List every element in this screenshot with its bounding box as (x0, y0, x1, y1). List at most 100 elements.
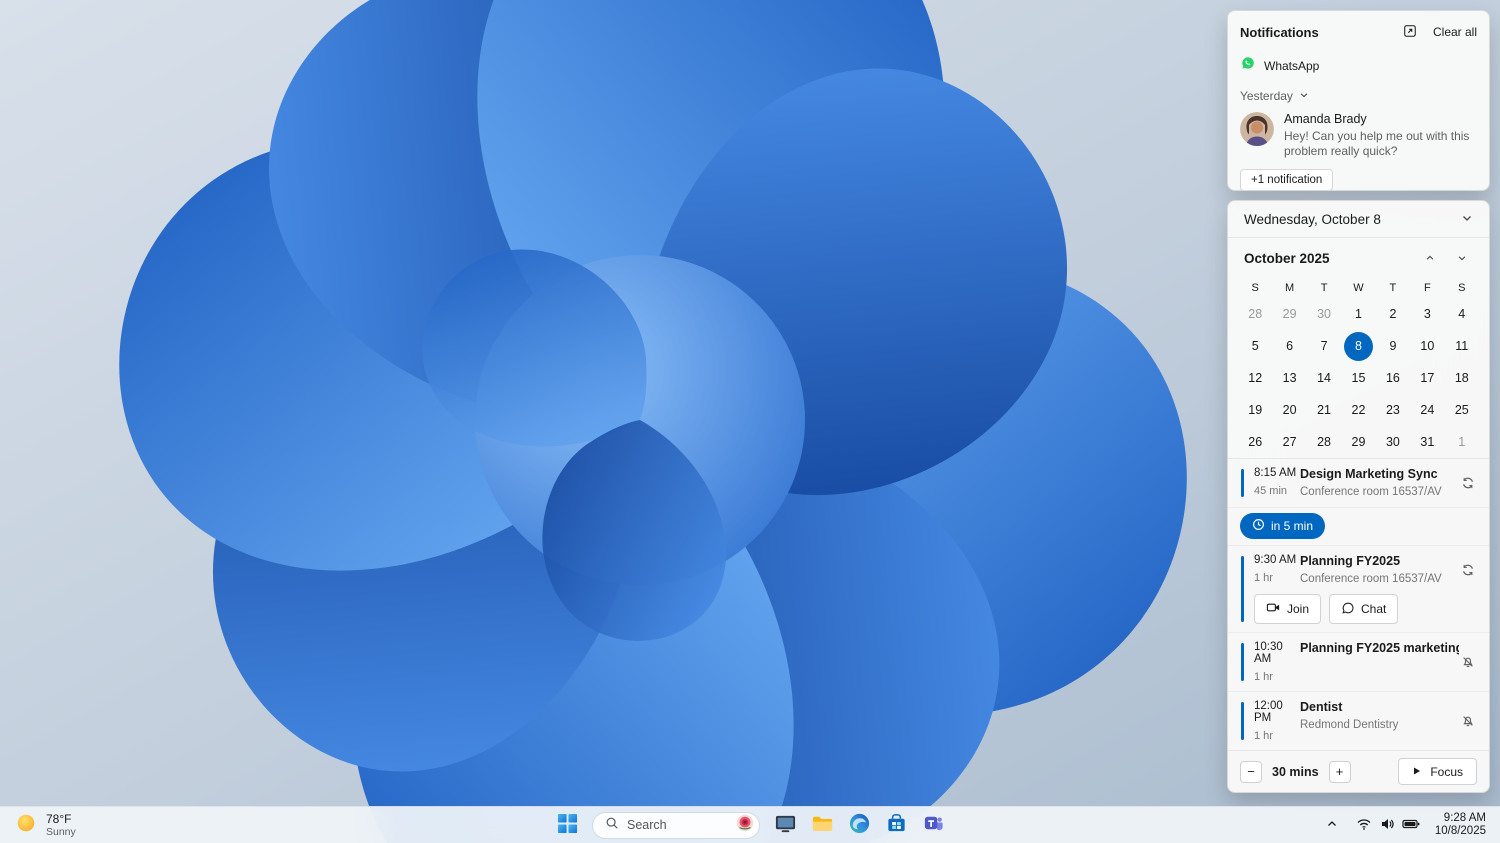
weather-temp: 78°F (46, 812, 72, 826)
battery-icon (1402, 816, 1420, 835)
reminder-badge[interactable]: in 5 min (1240, 513, 1326, 539)
calendar-day-1[interactable]: 1 (1445, 426, 1479, 458)
repeat-icon (1459, 563, 1477, 577)
chevron-up-icon (1425, 251, 1435, 266)
agenda-list: 8:15 AM 45 min Design Marketing Sync Con… (1228, 458, 1489, 750)
chat-icon (1341, 601, 1355, 618)
notifications-header: Notifications Clear all (1228, 11, 1489, 50)
widgets-button[interactable]: 78°F Sunny (0, 807, 90, 843)
join-button[interactable]: Join (1254, 594, 1322, 624)
clear-all-button[interactable]: Clear all (1433, 25, 1477, 39)
reminder-row: in 5 min (1228, 508, 1489, 546)
calendar-day-7[interactable]: 7 (1307, 330, 1341, 362)
chevron-down-icon (1299, 89, 1309, 103)
next-month-button[interactable] (1451, 247, 1473, 269)
calendar-day-8[interactable]: 8 (1341, 330, 1375, 362)
calendar-day-30[interactable]: 30 (1307, 298, 1341, 330)
calendar-day-15[interactable]: 15 (1341, 362, 1375, 394)
calendar-day-9[interactable]: 9 (1376, 330, 1410, 362)
desktop-app-button[interactable] (768, 810, 802, 840)
calendar-day-18[interactable]: 18 (1445, 362, 1479, 394)
notification-settings-button[interactable] (1399, 21, 1421, 43)
calendar-day-16[interactable]: 16 (1376, 362, 1410, 394)
hidden-icons-button[interactable] (1319, 810, 1345, 840)
calendar-day-31[interactable]: 31 (1410, 426, 1444, 458)
calendar-day-23[interactable]: 23 (1376, 394, 1410, 426)
microsoft-store-button[interactable] (879, 810, 913, 840)
search-icon (605, 816, 619, 835)
focus-duration-label: 30 mins (1272, 764, 1319, 779)
calendar-day-14[interactable]: 14 (1307, 362, 1341, 394)
calendar-day-26[interactable]: 26 (1238, 426, 1272, 458)
calendar-day-24[interactable]: 24 (1410, 394, 1444, 426)
calendar-day-25[interactable]: 25 (1445, 394, 1479, 426)
focus-label: Focus (1430, 764, 1463, 779)
notification-group-header[interactable]: Yesterday (1228, 81, 1489, 107)
start-button[interactable] (550, 810, 584, 840)
volume-icon (1379, 816, 1395, 835)
calendar-day-17[interactable]: 17 (1410, 362, 1444, 394)
calendar-day-19[interactable]: 19 (1238, 394, 1272, 426)
calendar-day-30[interactable]: 30 (1376, 426, 1410, 458)
teams-button[interactable] (916, 810, 950, 840)
event-title: Dentist (1300, 700, 1343, 714)
chevron-up-icon (1326, 818, 1338, 833)
notification-app-row[interactable]: WhatsApp (1228, 50, 1489, 81)
calendar-day-12[interactable]: 12 (1238, 362, 1272, 394)
calendar-day-27[interactable]: 27 (1272, 426, 1306, 458)
prev-month-button[interactable] (1419, 247, 1441, 269)
focus-button[interactable]: Focus (1398, 758, 1477, 785)
tray-date: 10/8/2025 (1434, 825, 1486, 837)
calendar-day-5[interactable]: 5 (1238, 330, 1272, 362)
play-icon (1412, 765, 1422, 779)
collapse-calendar-button[interactable] (1453, 205, 1481, 233)
windows-start-icon (557, 813, 578, 837)
clock-button[interactable]: 9:28 AM 10/8/2025 (1431, 812, 1490, 839)
calendar-day-headers: SMTWTFS (1228, 278, 1489, 298)
search-box[interactable]: Search (592, 811, 760, 839)
file-explorer-button[interactable] (805, 810, 839, 840)
calendar-day-28[interactable]: 28 (1238, 298, 1272, 330)
calendar-day-3[interactable]: 3 (1410, 298, 1444, 330)
rose-icon (736, 814, 754, 837)
wifi-icon (1356, 816, 1372, 835)
event-title: Planning FY2025 marketing (1300, 641, 1459, 655)
calendar-day-20[interactable]: 20 (1272, 394, 1306, 426)
calendar-day-28[interactable]: 28 (1307, 426, 1341, 458)
notification-card[interactable]: Amanda Brady Hey! Can you help me out wi… (1228, 107, 1489, 162)
calendar-day-10[interactable]: 10 (1410, 330, 1444, 362)
microsoft-store-icon (885, 812, 908, 838)
weather-condition: Sunny (46, 826, 76, 838)
event-duration: 45 min (1254, 485, 1288, 497)
calendar-day-11[interactable]: 11 (1445, 330, 1479, 362)
calendar-day-1[interactable]: 1 (1341, 298, 1375, 330)
event-duration: 1 hr (1254, 671, 1273, 683)
system-tray: 9:28 AM 10/8/2025 (1319, 807, 1500, 843)
event-location: Redmond Dentistry (1300, 719, 1399, 731)
day-of-week-label: M (1285, 282, 1295, 294)
agenda-event[interactable]: 12:00 PM 1 hr Dentist Redmond Dentistry (1228, 692, 1489, 750)
agenda-event[interactable]: 8:15 AM 45 min Design Marketing Sync Con… (1228, 459, 1489, 508)
calendar-day-4[interactable]: 4 (1445, 298, 1479, 330)
chat-button[interactable]: Chat (1329, 594, 1399, 624)
network-volume-battery-button[interactable] (1348, 810, 1428, 840)
event-duration: 1 hr (1254, 572, 1273, 584)
agenda-event[interactable]: 9:30 AM 1 hr Planning FY2025 Conference … (1228, 546, 1489, 633)
edge-button[interactable] (842, 810, 876, 840)
calendar-day-21[interactable]: 21 (1307, 394, 1341, 426)
video-icon (1266, 600, 1281, 618)
calendar-day-22[interactable]: 22 (1341, 394, 1375, 426)
calendar-day-6[interactable]: 6 (1272, 330, 1306, 362)
bell-off-icon (1459, 655, 1477, 669)
event-location: Conference room 16537/AV (1300, 573, 1442, 585)
calendar-day-2[interactable]: 2 (1376, 298, 1410, 330)
event-location (1300, 660, 1459, 673)
decrease-duration-button[interactable]: − (1240, 760, 1262, 783)
calendar-day-29[interactable]: 29 (1272, 298, 1306, 330)
calendar-day-29[interactable]: 29 (1341, 426, 1375, 458)
agenda-event[interactable]: 10:30 AM 1 hr Planning FY2025 marketing (1228, 633, 1489, 692)
notification-message: Hey! Can you help me out with this probl… (1284, 129, 1470, 158)
increase-duration-button[interactable]: + (1328, 760, 1351, 783)
more-notifications-button[interactable]: +1 notification (1240, 169, 1334, 190)
calendar-day-13[interactable]: 13 (1272, 362, 1306, 394)
